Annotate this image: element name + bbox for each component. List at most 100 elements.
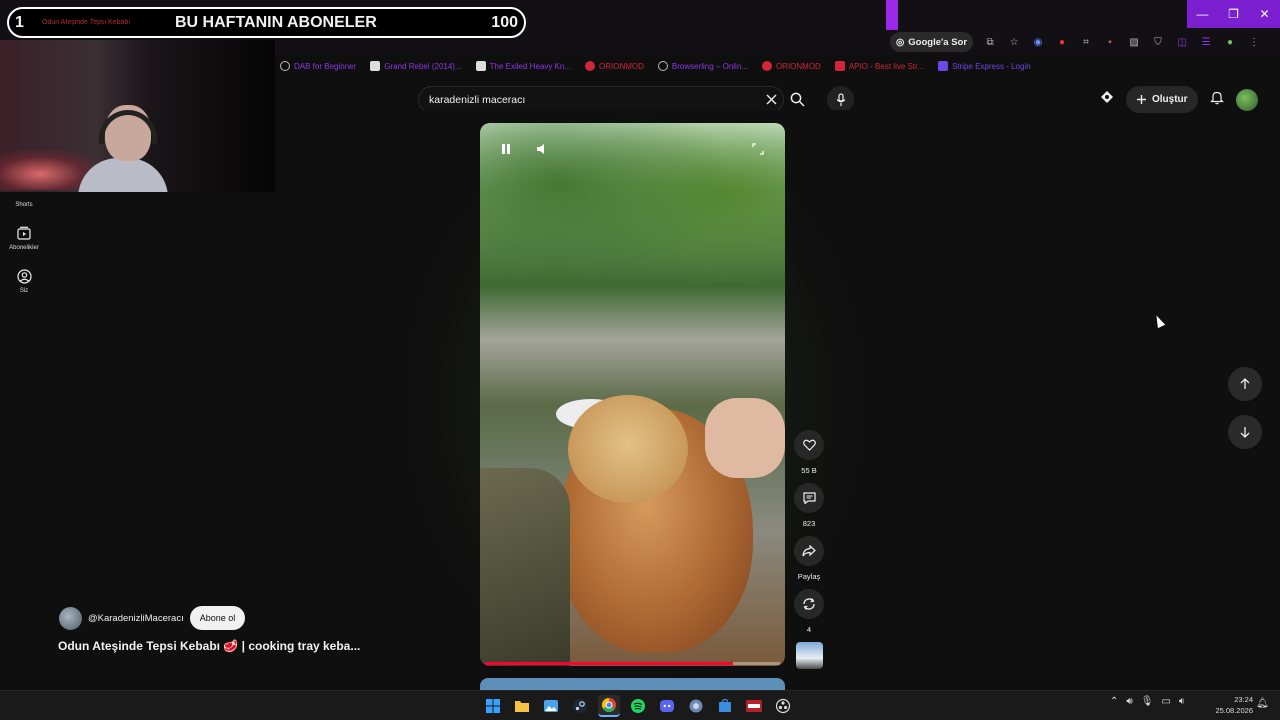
fullscreen-button[interactable] (746, 137, 770, 161)
bookmark-star-icon[interactable]: ☆ (1007, 35, 1021, 49)
gear-icon (280, 61, 290, 71)
like-action: 55 B (794, 430, 824, 475)
bookmark-item[interactable]: APIO - Best live Str... (834, 61, 924, 71)
account-avatar[interactable] (1235, 88, 1258, 111)
steam-icon[interactable] (569, 695, 591, 717)
volume-icon[interactable]: 🔉︎ (1179, 696, 1185, 707)
bookmark-item[interactable]: Grand Rebel (2014)... (370, 61, 462, 71)
sidebar-item-subscriptions[interactable]: Abonelikler (0, 224, 48, 251)
short-video-player[interactable] (480, 123, 785, 666)
subscribe-button[interactable]: Abone ol (189, 606, 246, 630)
clear-search-button[interactable] (759, 88, 783, 112)
apio-icon (834, 61, 845, 71)
ask-google-button[interactable]: ◎ Google'a Sor (890, 32, 974, 52)
stream-subscriber-goal-overlay: 1 Odun Ateşinde Tepsi Kebabı BU HAFTANIN… (7, 7, 526, 38)
channel-avatar[interactable] (59, 606, 82, 630)
bookmarks-bar: DAB for Beginner Grand Rebel (2014)... T… (280, 56, 1031, 76)
reading-list-icon[interactable]: ☰ (1199, 35, 1213, 49)
clock-time: 23:24 (1234, 695, 1253, 704)
windows-taskbar: ⌃ 🔊︎ 🎙︎ ▭ 🔉︎ 23:24 25.08.2026 🔔︎ (0, 690, 1280, 720)
short-title[interactable]: Odun Ateşinde Tepsi Kebabı 🥩 | cooking t… (58, 639, 360, 653)
remix-button[interactable] (794, 589, 824, 619)
overlay-tab-text: Odun Ateşinde Tepsi Kebabı (42, 19, 131, 26)
search-box[interactable]: karadenizli maceracı (418, 86, 784, 113)
profile-icon[interactable]: ● (1223, 35, 1237, 49)
extension-icon[interactable]: ▪ (1103, 35, 1117, 49)
google-lens-icon: ◎ (896, 36, 905, 48)
close-window-button[interactable]: ✕ (1249, 0, 1280, 28)
short-actions: 55 B 823 Paylaş 4 (792, 430, 826, 669)
bookmark-item[interactable]: ORIONMOD (761, 61, 821, 71)
start-windows-icon[interactable] (482, 695, 504, 717)
clock-date: 25.08.2026 (1215, 706, 1253, 715)
create-button[interactable]: Oluştur (1126, 86, 1198, 113)
plus-icon (1137, 95, 1146, 104)
like-button[interactable] (794, 430, 824, 460)
shield-icon[interactable]: ⛉ (1151, 35, 1165, 49)
bread (568, 395, 688, 503)
minimize-button[interactable]: — (1187, 0, 1218, 28)
orionmod-icon (761, 61, 772, 71)
expand-icon (752, 143, 764, 155)
share-action: Paylaş (794, 536, 824, 581)
subscriptions-icon (15, 224, 33, 242)
remix-action: 4 (794, 589, 824, 634)
video-progress-bar[interactable] (485, 662, 780, 665)
extension-puzzle-icon[interactable]: ◫ (1175, 35, 1189, 49)
bookmark-item[interactable]: The Exiled Heavy Kn... (475, 61, 571, 71)
store-icon[interactable] (714, 695, 736, 717)
microphone-icon (836, 92, 845, 106)
notifications-bell-icon[interactable] (1209, 90, 1224, 110)
arrow-down-icon (1240, 427, 1250, 438)
search-input[interactable]: karadenizli maceracı (429, 94, 759, 106)
browserling-icon (657, 61, 668, 71)
stripe-icon (937, 61, 948, 71)
previous-short-button[interactable] (1228, 367, 1262, 401)
bookmark-item[interactable]: Stripe Express - Login (937, 61, 1031, 71)
window-controls: — ❐ ✕ (1187, 0, 1280, 28)
share-button[interactable] (794, 536, 824, 566)
bookmark-item[interactable]: ORIONMOD (585, 61, 644, 71)
next-short-button[interactable] (1228, 415, 1262, 449)
comment-action: 823 (794, 483, 824, 528)
microphone-icon[interactable]: 🎙︎ (1141, 696, 1154, 707)
tab-accent (886, 0, 898, 30)
extension-icon[interactable]: ● (1055, 35, 1069, 49)
photos-icon[interactable] (540, 695, 562, 717)
overlay-title: BU HAFTANIN ABONELER (175, 13, 377, 31)
comments-button[interactable] (794, 483, 824, 513)
sidebar-item-you[interactable]: Siz (0, 267, 48, 294)
volume-button[interactable] (530, 137, 554, 161)
bookmark-item[interactable]: DAB for Beginner (280, 61, 356, 71)
discord-icon[interactable] (656, 695, 678, 717)
share-icon (802, 545, 816, 557)
browser-toolbar: ◎ Google'a Sor ⧉ ☆ ◉ ● ⌗ ▪ ▨ ⛉ ◫ ☰ ● ⋮ (890, 32, 1261, 52)
extension-icon[interactable]: ⌗ (1079, 35, 1093, 49)
pause-button[interactable] (494, 137, 518, 161)
voice-search-button[interactable] (827, 86, 854, 113)
arm (480, 468, 570, 666)
bookmark-item[interactable]: Browserling – Onlin... (657, 61, 748, 71)
sound-thumbnail[interactable] (795, 642, 823, 669)
taskbar-clock[interactable]: 23:24 25.08.2026 (1207, 694, 1253, 716)
obs-studio-icon[interactable] (772, 695, 794, 717)
extension-icon[interactable] (1100, 90, 1114, 109)
header-actions: Oluştur (1100, 86, 1258, 113)
extension-icon[interactable]: ◉ (1031, 35, 1045, 49)
spotify-icon[interactable] (627, 695, 649, 717)
channel-name[interactable]: @KaradenizliMaceracı (88, 613, 184, 624)
notification-bell-icon[interactable]: 🔔︎ (1256, 698, 1269, 709)
network-icon[interactable]: ▭ (1161, 696, 1170, 707)
menu-icon[interactable]: ⋮ (1247, 35, 1261, 49)
sidebar-item-shorts[interactable]: Shorts (0, 192, 48, 208)
extension-icon[interactable]: ▨ (1127, 35, 1141, 49)
install-app-icon[interactable]: ⧉ (983, 35, 997, 49)
restore-button[interactable]: ❐ (1218, 0, 1249, 28)
search-button[interactable] (782, 86, 812, 113)
obs-app-icon[interactable] (743, 695, 765, 717)
speaker-icon[interactable]: 🔊︎ (1126, 696, 1132, 707)
file-explorer-icon[interactable] (511, 695, 533, 717)
chevron-up-icon[interactable]: ⌃ (1110, 696, 1118, 707)
app-icon[interactable] (685, 695, 707, 717)
chrome-icon[interactable] (598, 695, 620, 717)
